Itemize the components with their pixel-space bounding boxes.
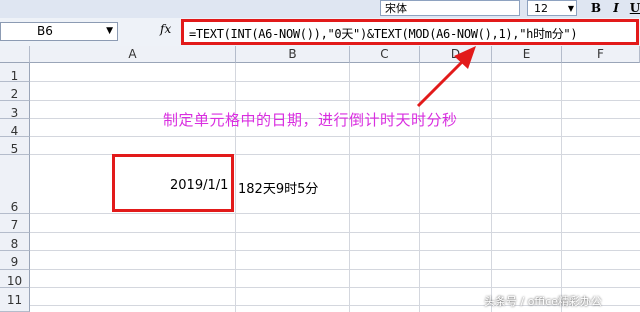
watermark: 头条号 / office精彩办公 — [484, 295, 602, 308]
annotation-arrow-icon — [416, 46, 476, 108]
annotation-text: 制定单元格中的日期，进行倒计时天时分秒 — [163, 111, 458, 129]
